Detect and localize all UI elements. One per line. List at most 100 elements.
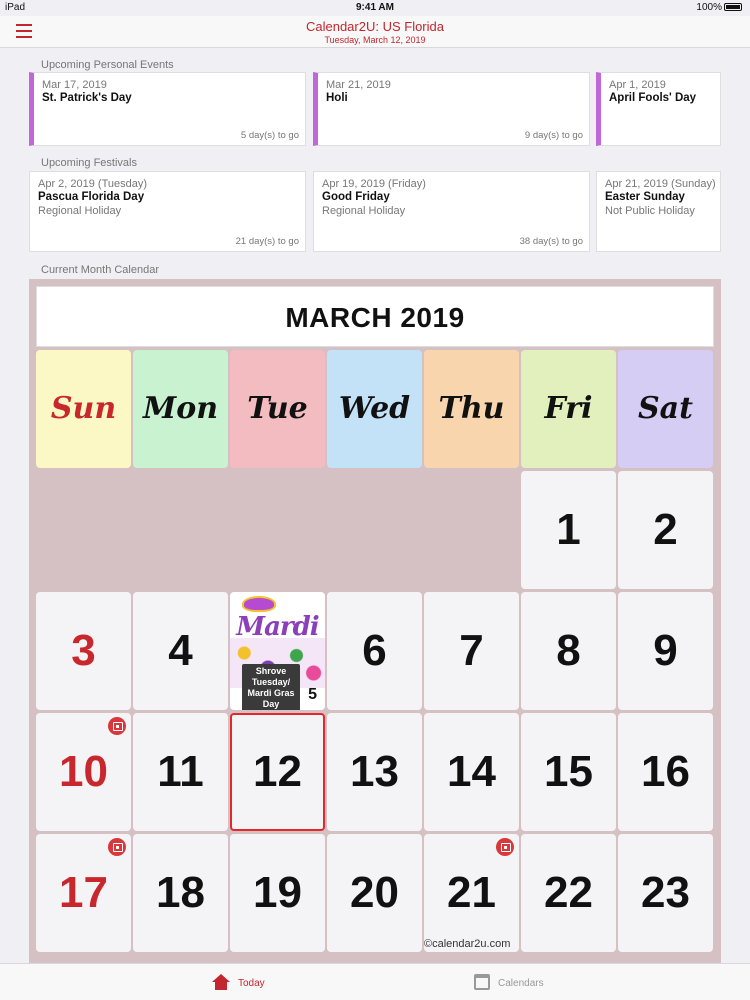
day-cell[interactable]: 13 <box>327 713 422 831</box>
festivals-label: Upcoming Festivals <box>41 157 137 169</box>
day-cell[interactable]: 14 <box>424 713 519 831</box>
event-calendar-icon[interactable] <box>108 838 126 856</box>
event-name: April Fools' Day <box>609 92 697 104</box>
day-number: 5 <box>308 686 317 703</box>
weekday-header-wed: Wed <box>327 350 422 468</box>
day-cell[interactable]: 2 <box>618 471 713 589</box>
weekday-header-thu: Thu <box>424 350 519 468</box>
day-cell[interactable]: 6 <box>327 592 422 710</box>
day-cell[interactable]: 22 <box>521 834 616 952</box>
day-number: 4 <box>168 626 193 675</box>
weekday-header-sat: Sat <box>618 350 713 468</box>
festival-type: Not Public Holiday <box>605 205 695 217</box>
event-date: Apr 1, 2019 <box>609 79 666 91</box>
event-name: St. Patrick's Day <box>42 92 132 104</box>
day-cell[interactable]: 10 <box>36 713 131 831</box>
day-number: 21 <box>447 868 496 917</box>
event-label: Shrove Tuesday/ Mardi Gras Day <box>242 664 300 710</box>
day-number: 22 <box>544 868 593 917</box>
home-icon <box>212 974 230 990</box>
festival-date: Apr 19, 2019 (Friday) <box>322 178 426 190</box>
festival-name: Pascua Florida Day <box>38 191 145 203</box>
event-date: Mar 21, 2019 <box>326 79 391 91</box>
personal-event-card[interactable]: Apr 1, 2019 April Fools' Day <box>596 72 721 146</box>
day-number: 16 <box>641 747 690 796</box>
month-calendar-label: Current Month Calendar <box>41 264 160 276</box>
tab-bar: Today Calendars <box>0 963 750 1000</box>
calendar-icon <box>474 974 490 990</box>
weekday-header-fri: Fri <box>521 350 616 468</box>
current-date: Tuesday, March 12, 2019 <box>324 35 426 45</box>
day-number: 9 <box>653 626 678 675</box>
day-cell[interactable]: 11 <box>133 713 228 831</box>
day-number: 19 <box>253 868 302 917</box>
weekday-header-mon: Mon <box>133 350 228 468</box>
day-cell[interactable]: 18 <box>133 834 228 952</box>
event-name: Holi <box>326 92 348 104</box>
day-cell-today[interactable]: 12 <box>230 713 325 831</box>
weekday-header-sun: Sun <box>36 350 131 468</box>
festival-type: Regional Holiday <box>322 205 406 217</box>
tab-today[interactable]: Today <box>212 974 265 990</box>
day-number: 6 <box>362 626 387 675</box>
personal-event-card[interactable]: Mar 17, 2019 St. Patrick's Day 5 day(s) … <box>29 72 306 146</box>
festival-card[interactable]: Apr 21, 2019 (Sunday) Easter Sunday Not … <box>596 171 721 252</box>
days-to-go: 38 day(s) to go <box>519 236 583 247</box>
tab-calendars-label: Calendars <box>498 978 544 989</box>
day-cell[interactable]: 8 <box>521 592 616 710</box>
day-number: 12 <box>253 747 302 796</box>
day-cell[interactable]: 7 <box>424 592 519 710</box>
personal-events-label: Upcoming Personal Events <box>41 59 174 71</box>
day-number: 3 <box>71 626 96 675</box>
tab-today-label: Today <box>238 978 265 989</box>
day-number: 7 <box>459 626 484 675</box>
day-cell[interactable]: 15 <box>521 713 616 831</box>
festival-date: Apr 21, 2019 (Sunday) <box>605 178 716 190</box>
event-calendar-icon[interactable] <box>108 717 126 735</box>
day-cell[interactable]: 4 <box>133 592 228 710</box>
tab-calendars[interactable]: Calendars <box>474 974 544 990</box>
day-number: 11 <box>157 747 204 796</box>
festival-type: Regional Holiday <box>38 205 122 217</box>
navigation-bar: Calendar2U: US Florida Tuesday, March 12… <box>0 16 750 48</box>
event-date: Mar 17, 2019 <box>42 79 107 91</box>
day-number: 18 <box>156 868 205 917</box>
weekday-header-tue: Tue <box>230 350 325 468</box>
day-cell[interactable]: 1 <box>521 471 616 589</box>
day-number: 17 <box>59 868 108 917</box>
festival-name: Easter Sunday <box>605 191 685 203</box>
festival-card[interactable]: Apr 2, 2019 (Tuesday) Pascua Florida Day… <box>29 171 306 252</box>
day-cell[interactable]: 23 <box>618 834 713 952</box>
event-calendar-icon[interactable] <box>496 838 514 856</box>
status-bar: iPad 9:41 AM 100% <box>0 0 750 16</box>
day-number: 23 <box>641 868 690 917</box>
day-cell[interactable]: 21 <box>424 834 519 952</box>
personal-event-card[interactable]: Mar 21, 2019 Holi 9 day(s) to go <box>313 72 590 146</box>
day-cell[interactable]: 17 <box>36 834 131 952</box>
month-title: MARCH 2019 <box>36 286 714 347</box>
battery-indicator: 100% <box>696 2 742 13</box>
day-cell[interactable]: 9 <box>618 592 713 710</box>
status-time: 9:41 AM <box>356 2 394 13</box>
app-title: Calendar2U: US Florida <box>305 19 444 34</box>
day-number: 13 <box>350 747 399 796</box>
day-number: 15 <box>544 747 593 796</box>
festival-name: Good Friday <box>322 191 390 203</box>
mardi-gras-image-text: Mardi <box>236 612 319 642</box>
days-to-go: 5 day(s) to go <box>240 130 299 141</box>
day-number: 2 <box>653 505 678 554</box>
day-cell-featured-event[interactable]: Mardi Shrove Tuesday/ Mardi Gras Day 5 <box>230 592 325 710</box>
day-number: 1 <box>556 505 581 554</box>
watermark: ©calendar2u.com <box>424 938 511 950</box>
day-cell[interactable]: 20 <box>327 834 422 952</box>
festival-card[interactable]: Apr 19, 2019 (Friday) Good Friday Region… <box>313 171 590 252</box>
festival-date: Apr 2, 2019 (Tuesday) <box>38 178 148 190</box>
battery-icon <box>724 3 742 11</box>
month-calendar: MARCH 2019 Mardi Shrove Tuesday/ Mardi G… <box>29 279 721 963</box>
mardi-gras-mask-icon <box>242 596 276 612</box>
day-cell[interactable]: 19 <box>230 834 325 952</box>
day-cell[interactable]: 16 <box>618 713 713 831</box>
day-number: 14 <box>447 747 496 796</box>
day-number: 20 <box>350 868 399 917</box>
day-cell[interactable]: 3 <box>36 592 131 710</box>
